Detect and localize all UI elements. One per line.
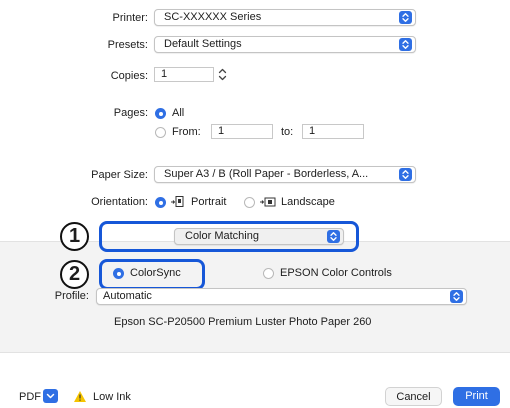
portrait-icon: [170, 195, 186, 209]
popup-arrows-icon: [399, 38, 412, 51]
printer-label: Printer:: [112, 12, 148, 24]
pages-label: Pages:: [113, 107, 148, 119]
pdf-label: PDF: [19, 391, 41, 403]
pdf-menu-button[interactable]: [43, 389, 58, 403]
copies-field[interactable]: 1: [154, 67, 214, 82]
pages-to-value: 1: [309, 125, 316, 137]
presets-popup[interactable]: Default Settings: [154, 36, 416, 53]
copies-value: 1: [161, 68, 168, 80]
printer-value: SC-XXXXXX Series: [164, 11, 262, 23]
pages-to-field[interactable]: 1: [302, 124, 364, 139]
orientation-portrait-radio[interactable]: [155, 197, 166, 208]
profile-description: Epson SC-P20500 Premium Luster Photo Pap…: [114, 316, 372, 328]
orientation-label: Orientation:: [91, 196, 148, 208]
pages-from-radio[interactable]: [155, 127, 166, 138]
profile-value: Automatic: [103, 290, 152, 302]
callout-badge-1: 1: [60, 222, 89, 251]
print-button[interactable]: Print: [453, 387, 500, 406]
pages-from-value: 1: [218, 125, 225, 137]
copies-stepper[interactable]: [217, 66, 228, 83]
colorsync-highlight: [99, 259, 205, 290]
popup-arrows-icon: [450, 290, 463, 303]
printer-popup[interactable]: SC-XXXXXX Series: [154, 9, 416, 26]
presets-label: Presets:: [107, 39, 148, 51]
paper-size-label: Paper Size:: [91, 169, 148, 181]
warning-icon: [73, 390, 87, 403]
presets-value: Default Settings: [164, 38, 242, 50]
landscape-label: Landscape: [281, 196, 335, 208]
profile-popup[interactable]: Automatic: [96, 288, 467, 305]
popup-arrows-icon: [399, 11, 412, 24]
paper-size-popup[interactable]: Super A3 / B (Roll Paper - Borderless, A…: [154, 166, 416, 183]
epson-color-controls-radio[interactable]: [263, 268, 274, 279]
pages-from-field[interactable]: 1: [211, 124, 273, 139]
popup-arrows-icon: [399, 168, 412, 181]
pages-all-label: All: [172, 107, 185, 119]
epson-color-controls-label: EPSON Color Controls: [280, 267, 392, 279]
paper-size-value: Super A3 / B (Roll Paper - Borderless, A…: [164, 168, 369, 180]
low-ink-label: Low Ink: [93, 391, 131, 403]
landscape-icon: [259, 195, 277, 209]
section-highlight: [99, 221, 359, 252]
chevron-down-icon: [46, 393, 55, 399]
cancel-button[interactable]: Cancel: [385, 387, 442, 406]
callout-badge-2: 2: [60, 260, 89, 289]
orientation-landscape-radio[interactable]: [244, 197, 255, 208]
pages-from-label: From:: [172, 126, 201, 138]
portrait-label: Portrait: [191, 196, 227, 208]
pages-to-label: to:: [281, 126, 294, 138]
copies-label: Copies:: [110, 70, 148, 82]
pages-all-radio[interactable]: [155, 108, 166, 119]
profile-label: Profile:: [54, 290, 89, 302]
stepper-arrows-icon: [218, 68, 227, 81]
